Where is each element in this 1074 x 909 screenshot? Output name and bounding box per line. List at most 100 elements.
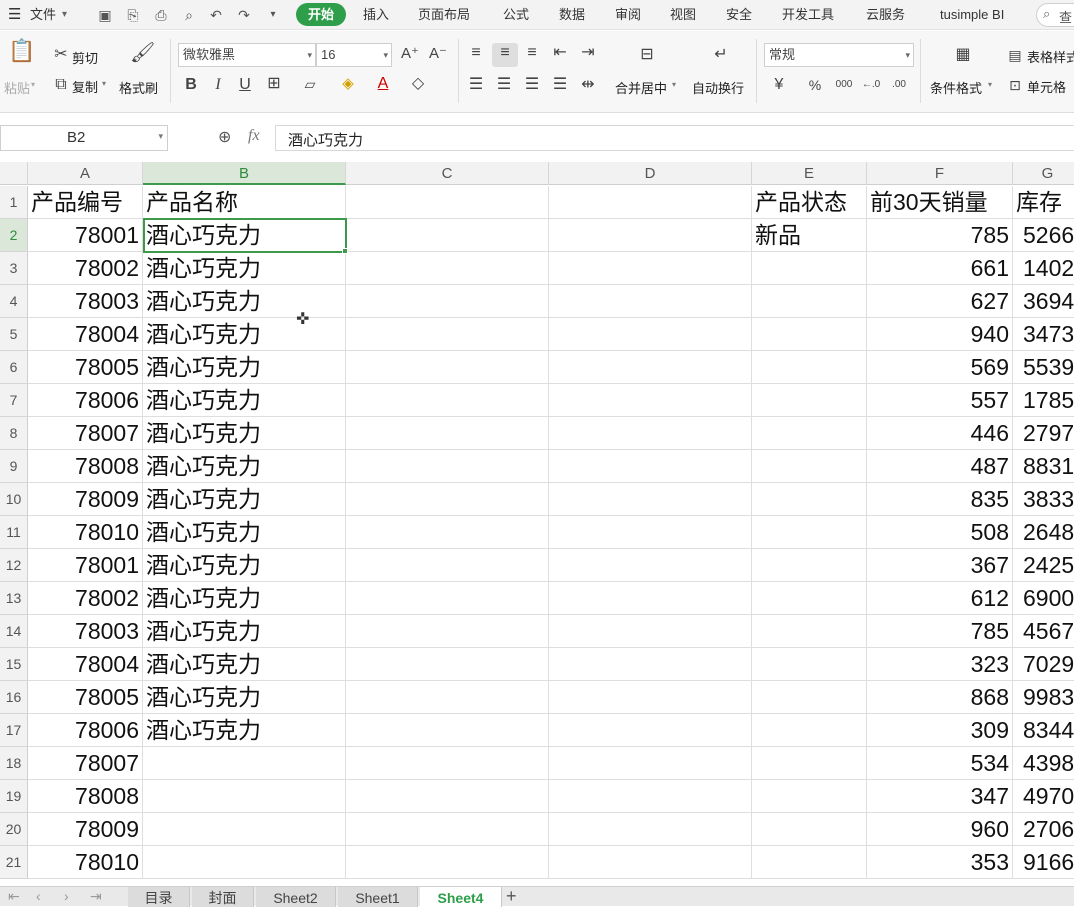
cell-C17[interactable] xyxy=(346,714,549,747)
cell-A6[interactable]: 78005 xyxy=(28,351,143,384)
cell-A14[interactable]: 78003 xyxy=(28,615,143,648)
cell-E5[interactable] xyxy=(752,318,867,351)
cell-E20[interactable] xyxy=(752,813,867,846)
row-header[interactable]: 17 xyxy=(0,714,28,747)
cell-D7[interactable] xyxy=(549,384,752,417)
format-painter-button[interactable]: 格式刷 xyxy=(119,78,158,97)
indent-icon[interactable]: ⇥ xyxy=(578,43,598,63)
chevron-down-icon[interactable]: ▾ xyxy=(62,0,67,30)
merge-center-button[interactable]: 合并居中 xyxy=(615,78,667,97)
sheet-tab-sheet4[interactable]: Sheet4 xyxy=(420,887,502,907)
cell-G13[interactable]: 6900 xyxy=(1013,582,1074,615)
font-size-select[interactable]: 16 ▾ xyxy=(316,43,392,67)
cell-B19[interactable] xyxy=(143,780,346,813)
cell-A3[interactable]: 78002 xyxy=(28,252,143,285)
cell-C8[interactable] xyxy=(346,417,549,450)
cell-F6[interactable]: 569 xyxy=(867,351,1013,384)
cell-E17[interactable] xyxy=(752,714,867,747)
row-header[interactable]: 15 xyxy=(0,648,28,681)
cell-F19[interactable]: 347 xyxy=(867,780,1013,813)
align-top-icon[interactable]: ≡ xyxy=(466,43,486,63)
cell-E19[interactable] xyxy=(752,780,867,813)
cell-G17[interactable]: 8344 xyxy=(1013,714,1074,747)
cell-C4[interactable] xyxy=(346,285,549,318)
cell-C2[interactable] xyxy=(346,219,549,252)
grow-font-icon[interactable]: A⁺ xyxy=(400,44,420,64)
column-header-d[interactable]: D xyxy=(549,162,752,185)
currency-icon[interactable]: ¥ xyxy=(770,75,788,95)
cell-D16[interactable] xyxy=(549,681,752,714)
copy-icon[interactable]: ⧉ xyxy=(52,75,70,95)
paste-chevron-icon[interactable]: ▾ xyxy=(31,80,35,89)
decrease-decimal-icon[interactable]: .00 xyxy=(888,75,910,95)
cell-B21[interactable] xyxy=(143,846,346,879)
cell-E18[interactable] xyxy=(752,747,867,780)
cell-A2[interactable]: 78001 xyxy=(28,219,143,252)
redo-icon[interactable]: ↷ xyxy=(235,6,253,24)
cell-F14[interactable]: 785 xyxy=(867,615,1013,648)
cell-style-button[interactable]: 单元格 xyxy=(1027,77,1066,96)
cell-E10[interactable] xyxy=(752,483,867,516)
hamburger-icon[interactable]: ☰ xyxy=(8,0,21,30)
cut-button[interactable]: 剪切 xyxy=(72,48,98,67)
print-icon[interactable]: ⎙ xyxy=(152,6,170,24)
cell-B16[interactable]: 酒心巧克力 xyxy=(143,681,346,714)
cell-D20[interactable] xyxy=(549,813,752,846)
cell-A1[interactable]: 产品编号 xyxy=(28,186,143,219)
paste-button[interactable]: 粘贴 xyxy=(4,78,30,97)
row-header[interactable]: 19 xyxy=(0,780,28,813)
tab-home[interactable]: 开始 xyxy=(296,3,346,26)
cell-B2[interactable]: 酒心巧克力 xyxy=(143,219,346,252)
cell-C11[interactable] xyxy=(346,516,549,549)
row-header[interactable]: 6 xyxy=(0,351,28,384)
align-middle-icon[interactable]: ≡ xyxy=(492,43,518,67)
cell-D15[interactable] xyxy=(549,648,752,681)
cell-A15[interactable]: 78004 xyxy=(28,648,143,681)
tab-insert[interactable]: 插入 xyxy=(363,0,389,30)
cell-F15[interactable]: 323 xyxy=(867,648,1013,681)
cell-D10[interactable] xyxy=(549,483,752,516)
cell-E7[interactable] xyxy=(752,384,867,417)
row-header[interactable]: 13 xyxy=(0,582,28,615)
cell-G12[interactable]: 2425 xyxy=(1013,549,1074,582)
cell-E2[interactable]: 新品 xyxy=(752,219,867,252)
cell-F21[interactable]: 353 xyxy=(867,846,1013,879)
align-center-icon[interactable]: ☰ xyxy=(494,75,514,95)
cell-C15[interactable] xyxy=(346,648,549,681)
cell-A21[interactable]: 78010 xyxy=(28,846,143,879)
cell-D2[interactable] xyxy=(549,219,752,252)
cell-B1[interactable]: 产品名称 xyxy=(143,186,346,219)
cell-E14[interactable] xyxy=(752,615,867,648)
cell-C1[interactable] xyxy=(346,186,549,219)
cell-F2[interactable]: 785 xyxy=(867,219,1013,252)
sheet-tab-sheet2[interactable]: Sheet2 xyxy=(256,887,336,907)
cell-G2[interactable]: 5266 xyxy=(1013,219,1074,252)
number-format-select[interactable]: 常规 ▾ xyxy=(764,43,914,67)
tab-data[interactable]: 数据 xyxy=(559,0,585,30)
cell-G18[interactable]: 4398 xyxy=(1013,747,1074,780)
cell-A8[interactable]: 78007 xyxy=(28,417,143,450)
cell-B14[interactable]: 酒心巧克力 xyxy=(143,615,346,648)
cell-F7[interactable]: 557 xyxy=(867,384,1013,417)
cell-G11[interactable]: 2648 xyxy=(1013,516,1074,549)
cell-D18[interactable] xyxy=(549,747,752,780)
cell-C18[interactable] xyxy=(346,747,549,780)
cell-B12[interactable]: 酒心巧克力 xyxy=(143,549,346,582)
cell-F3[interactable]: 661 xyxy=(867,252,1013,285)
cell-F1[interactable]: 前30天销量 xyxy=(867,186,1013,219)
cell-F12[interactable]: 367 xyxy=(867,549,1013,582)
cell-E3[interactable] xyxy=(752,252,867,285)
tab-view[interactable]: 视图 xyxy=(670,0,696,30)
cell-A11[interactable]: 78010 xyxy=(28,516,143,549)
row-header[interactable]: 2 xyxy=(0,219,28,252)
percent-icon[interactable]: % xyxy=(806,75,824,95)
cell-C13[interactable] xyxy=(346,582,549,615)
cell-D8[interactable] xyxy=(549,417,752,450)
cell-D4[interactable] xyxy=(549,285,752,318)
row-header[interactable]: 21 xyxy=(0,846,28,879)
first-sheet-icon[interactable]: ⇤ xyxy=(8,888,20,905)
cell-C21[interactable] xyxy=(346,846,549,879)
cell-B18[interactable] xyxy=(143,747,346,780)
cell-A20[interactable]: 78009 xyxy=(28,813,143,846)
customize-chevron-icon[interactable]: ▾ xyxy=(264,6,282,24)
